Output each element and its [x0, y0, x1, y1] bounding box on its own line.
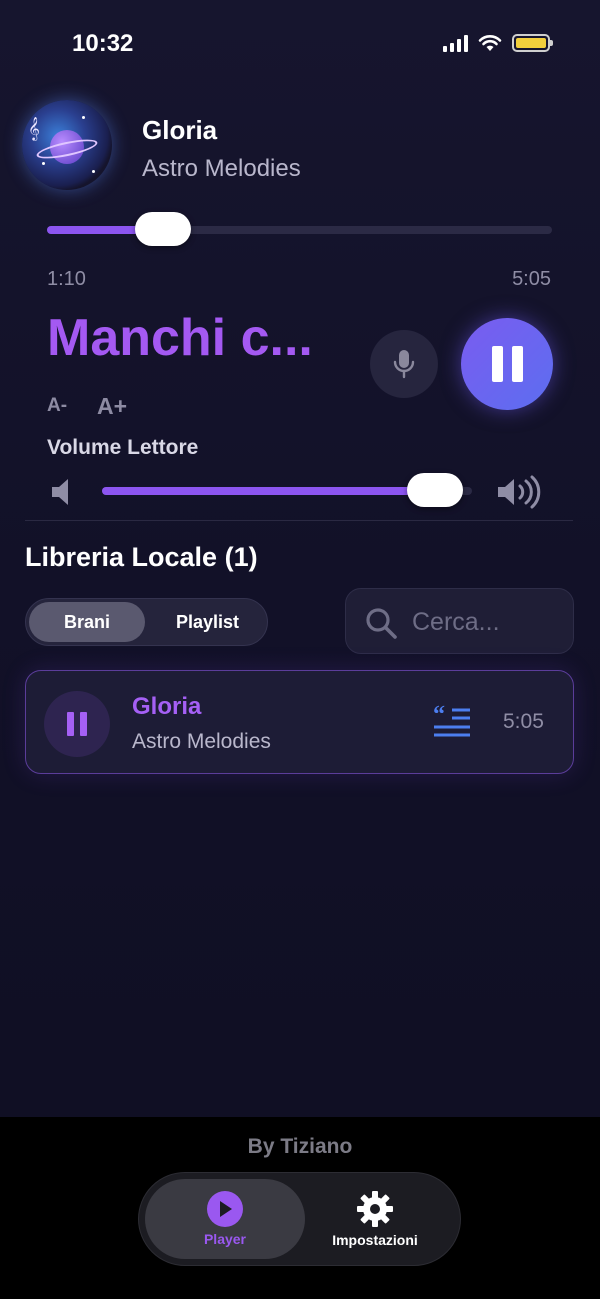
track-row[interactable]: Gloria Astro Melodies “ 5:05 [25, 670, 574, 774]
tab-playlist[interactable]: Playlist [150, 602, 265, 642]
lyrics-icon[interactable]: “ [432, 705, 472, 741]
track-title: Gloria [132, 693, 202, 720]
tab-player[interactable]: Player [145, 1179, 305, 1259]
progress-thumb[interactable] [135, 212, 192, 246]
svg-text:“: “ [433, 705, 445, 728]
total-time: 5:05 [512, 268, 551, 290]
gear-icon [357, 1191, 393, 1227]
now-playing-artist: Astro Melodies [142, 155, 301, 182]
volume-high-icon [498, 475, 541, 509]
tab-bar: Player Impostazioni [138, 1172, 461, 1266]
wifi-icon [478, 35, 502, 51]
section-divider [25, 520, 573, 521]
credit-text: By Tiziano [247, 1135, 353, 1158]
tab-player-label: Player [203, 1231, 247, 1247]
volume-label: Volume Lettore [47, 436, 199, 459]
music-note-icon: 𝄞 [28, 118, 40, 140]
track-duration: 5:05 [503, 710, 544, 733]
bottom-bar: By Tiziano Player Impostazioni [0, 1117, 600, 1299]
track-pause-button[interactable] [44, 691, 110, 757]
play-circle-icon [207, 1191, 243, 1227]
volume-low-icon [52, 479, 68, 505]
library-title: Libreria Locale (1) [25, 542, 258, 572]
album-art: 𝄞 [22, 100, 112, 190]
current-lyric: Manchi c... [47, 309, 313, 367]
app-screen: 10:32 𝄞 Gloria Astro Melodies 1:10 5:05 … [0, 0, 600, 1299]
progress-slider[interactable] [47, 212, 552, 246]
track-artist: Astro Melodies [132, 730, 271, 753]
search-box[interactable] [345, 588, 574, 654]
pause-icon [491, 346, 503, 382]
status-bar: 10:32 [0, 0, 600, 90]
volume-thumb[interactable] [407, 473, 463, 507]
tab-brani[interactable]: Brani [29, 602, 145, 642]
elapsed-time: 1:10 [47, 268, 86, 290]
font-size-increase-button[interactable]: A+ [97, 393, 127, 420]
volume-fill [102, 487, 435, 495]
volume-slider[interactable] [102, 473, 472, 507]
now-playing-title: Gloria [142, 115, 218, 145]
pause-icon [67, 712, 74, 736]
cellular-signal-icon [443, 34, 468, 52]
font-size-decrease-button[interactable]: A- [47, 395, 67, 417]
pause-button[interactable] [461, 318, 553, 410]
battery-icon [512, 34, 553, 52]
search-icon [366, 608, 397, 639]
search-input[interactable] [412, 603, 562, 641]
tab-impostazioni[interactable]: Impostazioni [295, 1179, 455, 1259]
microphone-icon [393, 350, 415, 379]
library-tabs: Brani Playlist [25, 598, 268, 646]
status-icons [443, 34, 553, 52]
status-time: 10:32 [72, 30, 134, 57]
microphone-button[interactable] [370, 330, 438, 398]
tab-impostazioni-label: Impostazioni [332, 1232, 418, 1248]
